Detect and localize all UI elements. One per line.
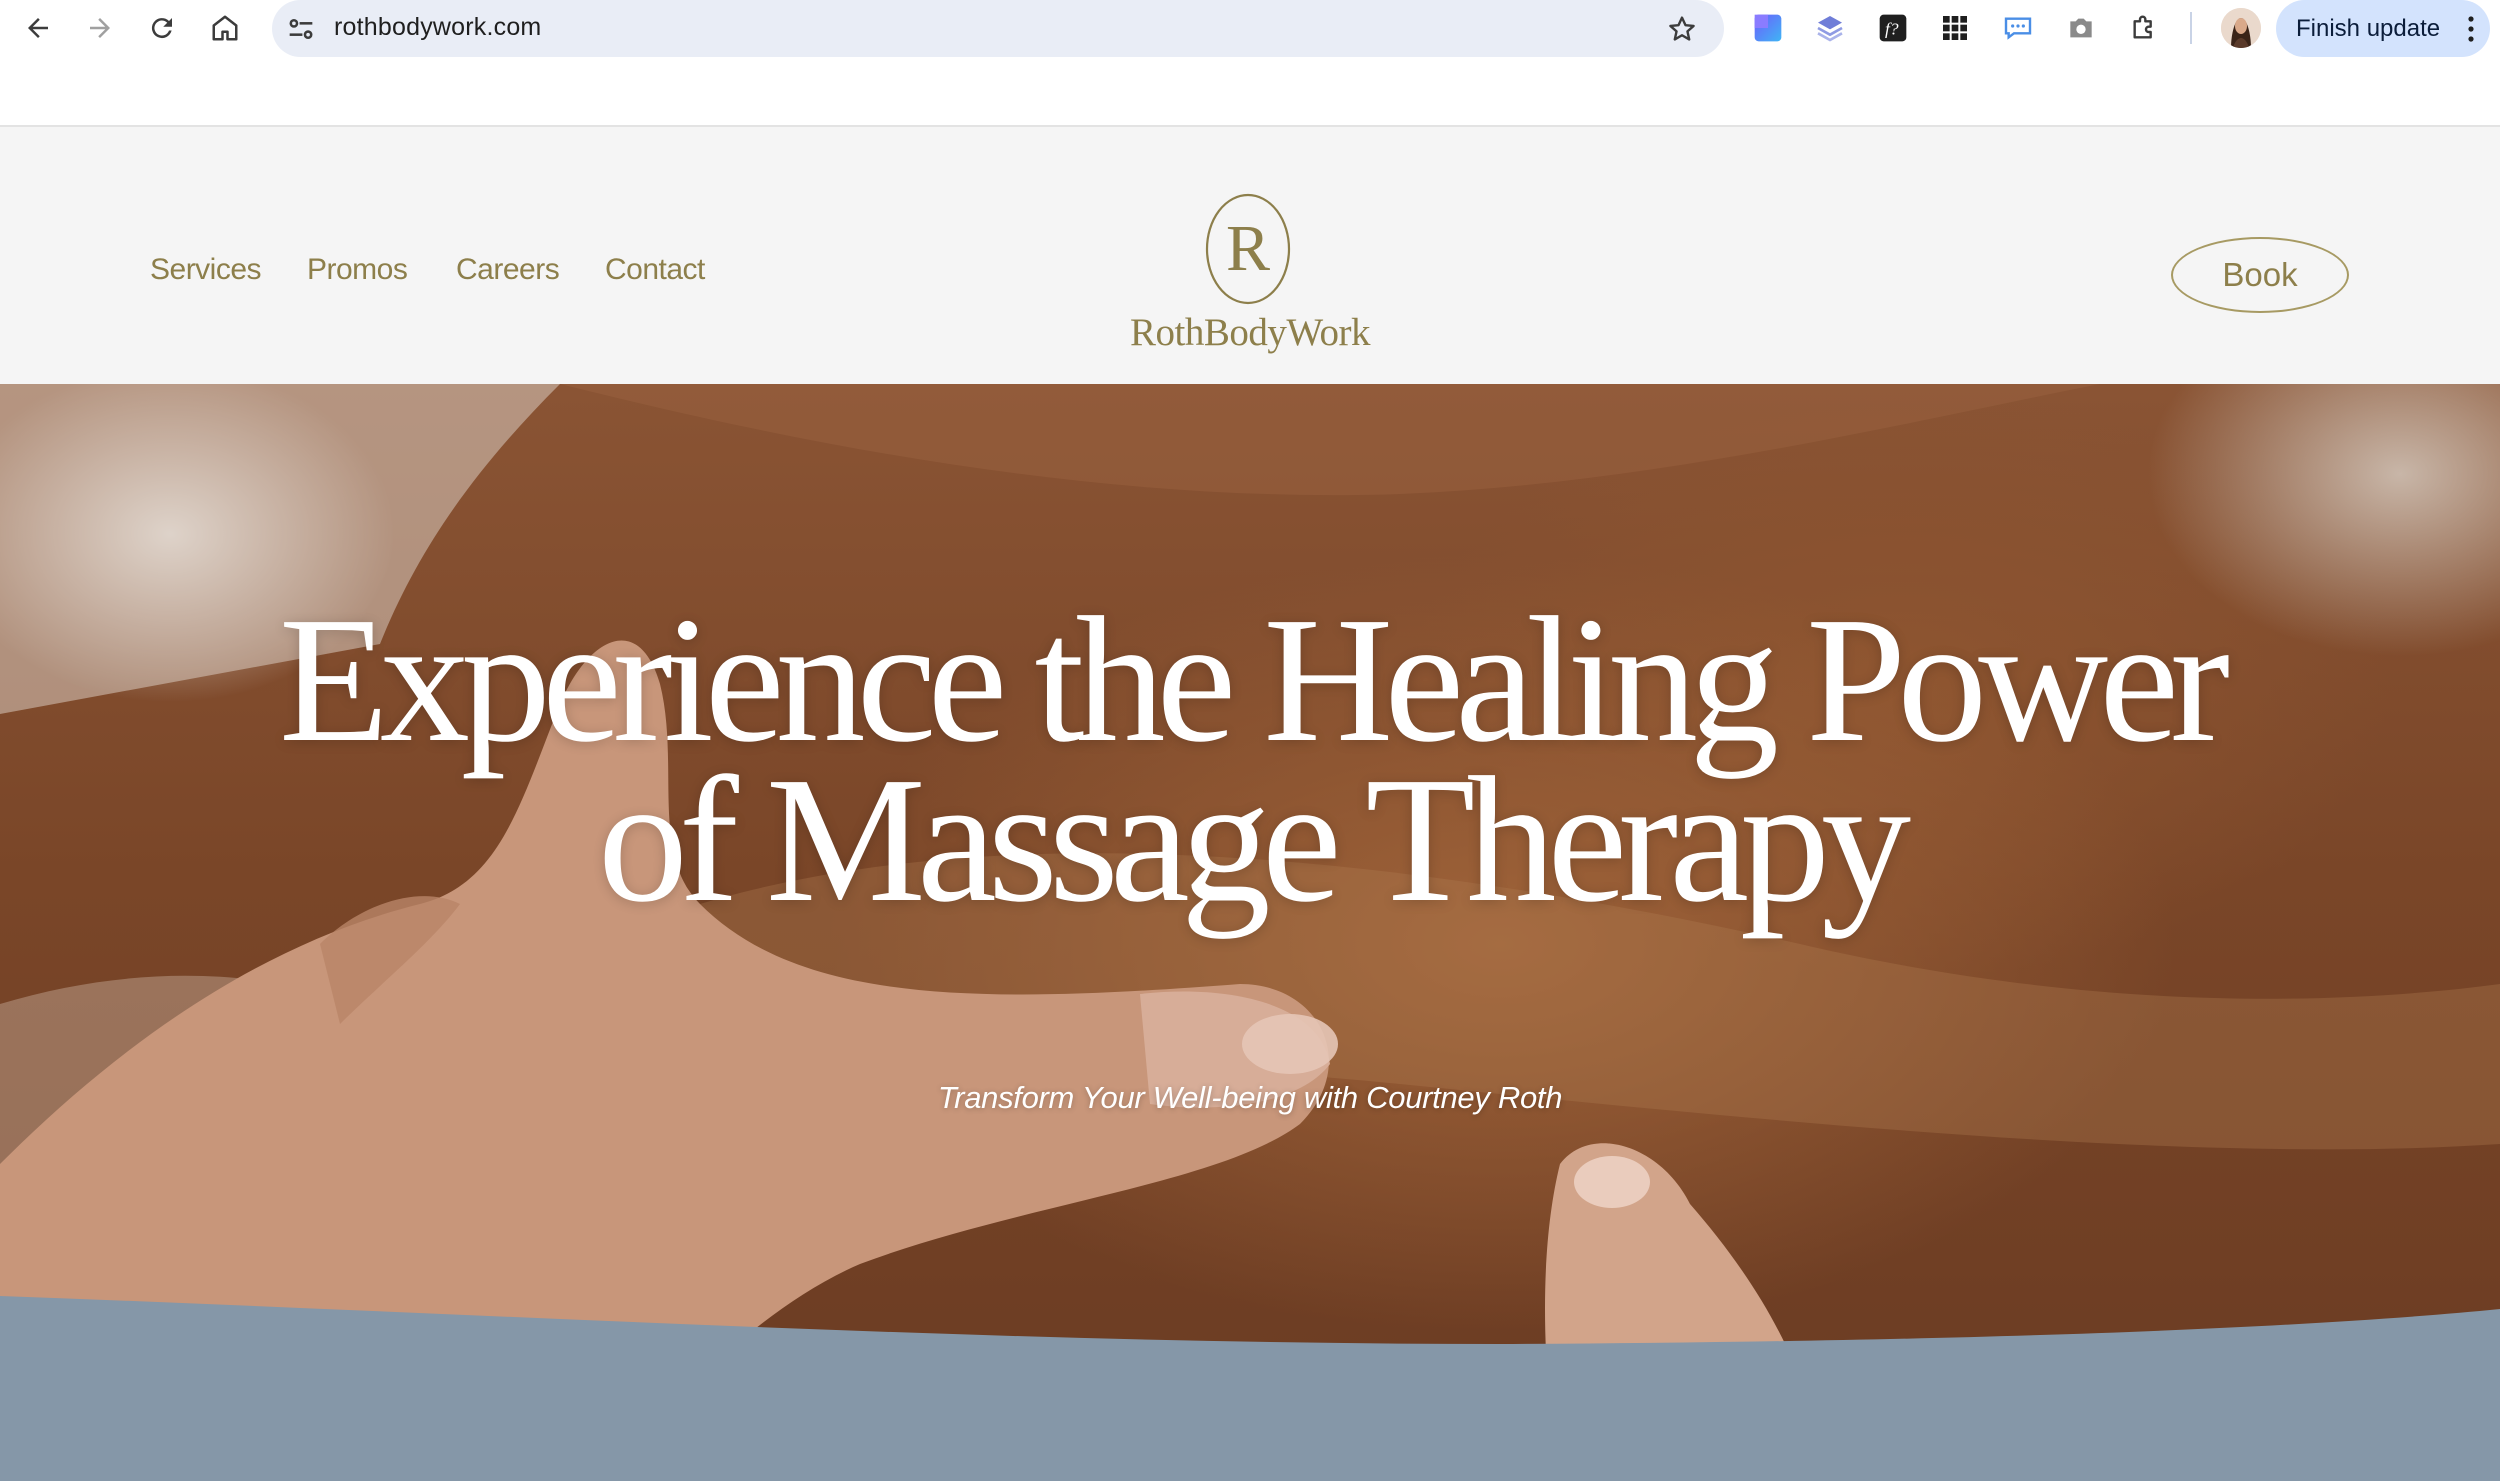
logo-monogram[interactable]: R: [1204, 192, 1292, 306]
camera-icon[interactable]: [2063, 10, 2099, 46]
back-button[interactable]: [18, 8, 58, 48]
logo-monogram-letter: R: [1226, 212, 1270, 285]
home-button[interactable]: [205, 8, 245, 48]
extension-gradient-icon[interactable]: [1750, 10, 1786, 46]
hero-section: Experience the Healing Power of Massage …: [0, 384, 2500, 1481]
reload-button[interactable]: [142, 8, 182, 48]
finish-update-label: Finish update: [2296, 14, 2441, 42]
chat-bubble-icon[interactable]: [2000, 10, 2036, 46]
nav-link-careers[interactable]: Careers: [456, 253, 560, 287]
nav-link-promos[interactable]: Promos: [307, 253, 408, 287]
reload-icon: [151, 18, 172, 39]
bookmark-star-icon[interactable]: [1666, 13, 1698, 45]
profile-avatar[interactable]: [2221, 8, 2261, 48]
site-info-icon[interactable]: [284, 12, 318, 46]
nav-link-services[interactable]: Services: [150, 253, 262, 287]
font-question-icon[interactable]: f?: [1875, 10, 1911, 46]
extensions-puzzle-icon[interactable]: [2126, 10, 2162, 46]
finish-update-button[interactable]: Finish update: [2276, 0, 2490, 57]
more-vert-icon: [2468, 16, 2474, 42]
hero-headline: Experience the Healing Power of Massage …: [100, 580, 2400, 939]
svg-text:f?: f?: [1885, 20, 1899, 39]
home-icon: [212, 15, 238, 41]
hero-headline-line-2: of Massage Therapy: [597, 740, 1911, 939]
grid-apps-icon[interactable]: [1937, 10, 1973, 46]
book-button[interactable]: Book: [2171, 237, 2349, 313]
toolbar-divider: [2190, 12, 2192, 44]
address-bar[interactable]: rothbodywork.com: [272, 0, 1724, 57]
browser-toolbar: rothbodywork.com f? Finish update: [0, 0, 2500, 127]
url-text[interactable]: rothbodywork.com: [334, 13, 541, 42]
forward-button[interactable]: [80, 8, 120, 48]
arrow-left-icon: [28, 18, 48, 38]
nav-link-contact[interactable]: Contact: [605, 253, 705, 287]
logo-wordmark[interactable]: RothBodyWork: [1100, 310, 1400, 355]
hero-headline-line-1: Experience the Healing Power: [278, 580, 2230, 779]
layers-icon[interactable]: [1812, 10, 1848, 46]
hero-subheadline: Transform Your Well-being with Courtney …: [937, 1080, 1563, 1115]
arrow-right-icon: [90, 18, 110, 38]
